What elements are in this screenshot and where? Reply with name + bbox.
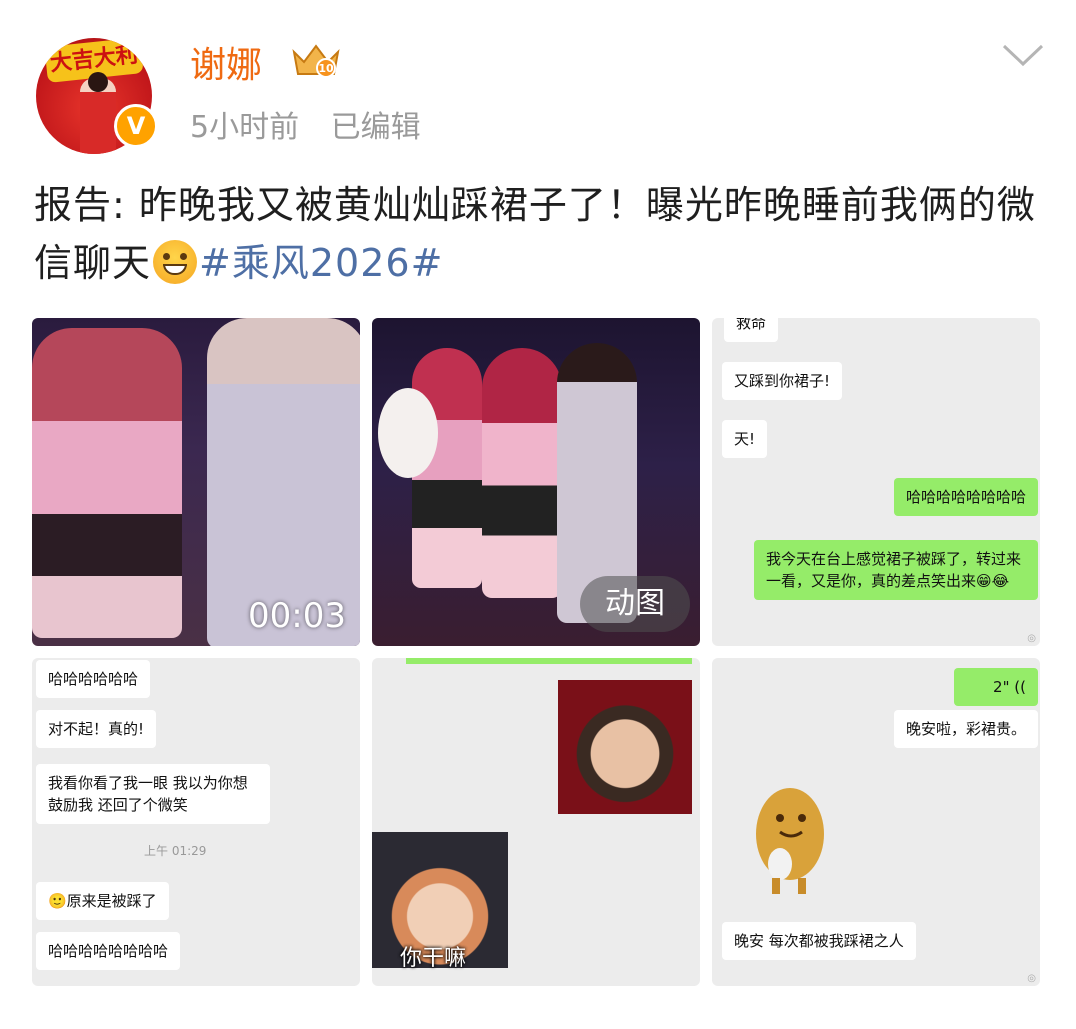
avatar-figure (80, 72, 116, 154)
voice-wave-icon: (( (1014, 678, 1026, 696)
watermark: ◎ (1027, 973, 1036, 984)
chat-timestamp: 上午 01:29 (144, 844, 207, 858)
svg-text:10: 10 (318, 62, 334, 75)
chat-msg: 对不起！真的! (36, 710, 157, 748)
post-meta: 5小时前 已编辑 (190, 102, 443, 146)
post-time: 5小时前 (190, 110, 300, 145)
meme-image-1 (558, 680, 692, 814)
meme-caption: 你干嘛 (400, 946, 467, 971)
media-video[interactable]: 00:03 (32, 318, 360, 646)
chat-msg: 天! (722, 420, 768, 458)
chat-msg-self: 哈哈哈哈哈哈哈哈 (893, 478, 1038, 516)
vip-crown-icon: 10 (292, 44, 340, 78)
edited-label[interactable]: 已编辑 (331, 110, 421, 145)
video-duration: 00:03 (248, 596, 346, 636)
chat-msg: 晚安啦，彩裙贵。 (893, 710, 1038, 748)
chat-screenshot-4[interactable]: 2" (( 晚安啦，彩裙贵。 晚安 每次都被我踩裙之人 ◎ (712, 658, 1040, 986)
chat-msg: 又踩到你裙子! (722, 362, 843, 400)
performer-b (482, 348, 562, 598)
chat-msg: 哈哈哈哈哈哈 (36, 660, 151, 698)
voice-message: 2" (( (954, 668, 1038, 706)
chat-msg-self: 我今天在台上感觉裙子被踩了，转过来一看，又是你，真的差点笑出来😁😂 (754, 540, 1038, 600)
chat-msg: 晚安 每次都被我踩裙之人 (722, 922, 916, 960)
fan-sign (378, 388, 438, 478)
hashtag-link[interactable]: #乘风2026# (199, 241, 443, 285)
verified-badge-icon: V (114, 104, 158, 148)
chat-msg: 我看你看了我一眼 我以为你想鼓励我 还回了个微笑 (36, 764, 270, 824)
grin-emoji-icon (153, 240, 198, 284)
chat-screenshot-1[interactable]: 救命 又踩到你裙子! 天! 哈哈哈哈哈哈哈哈 我今天在台上感觉裙子被踩了，转过来… (712, 318, 1040, 646)
potato-sticker-icon (756, 788, 824, 894)
performer-left (32, 328, 182, 638)
chat-screenshot-2[interactable]: 哈哈哈哈哈哈 对不起！真的! 我看你看了我一眼 我以为你想鼓励我 还回了个微笑 … (32, 658, 360, 986)
username[interactable]: 谢娜 (190, 36, 262, 88)
post-text: 报告: 昨晚我又被黄灿灿踩裙子了！曝光昨晚睡前我俩的微信聊天 #乘风2026# (34, 176, 1044, 292)
chat-msg: 🙂原来是被踩了 (36, 882, 169, 920)
gif-badge: 动图 (580, 576, 690, 632)
chat-msg: 救命 (724, 318, 779, 342)
chevron-down-icon[interactable] (1000, 40, 1046, 70)
watermark: ◎ (1027, 633, 1036, 644)
chat-msg: 哈哈哈哈哈哈哈哈 (36, 932, 181, 970)
bubble-edge (406, 658, 692, 664)
media-gif[interactable]: 动图 (372, 318, 700, 646)
chat-screenshot-3[interactable]: 你干嘛 (372, 658, 700, 986)
voice-duration: 2" (993, 678, 1010, 696)
